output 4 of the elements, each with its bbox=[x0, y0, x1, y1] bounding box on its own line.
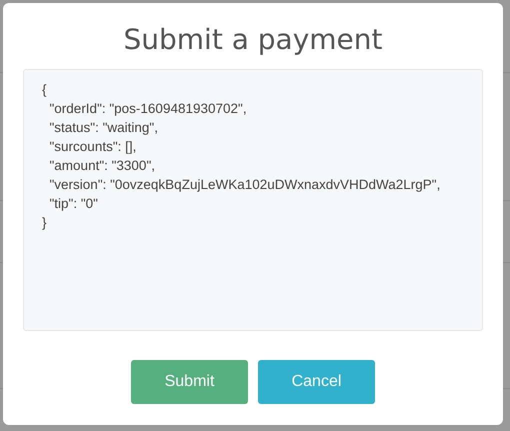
dialog-title: Submit a payment bbox=[122, 22, 384, 58]
submit-button[interactable]: Submit bbox=[131, 360, 248, 404]
payload-text-area[interactable]: { "orderId": "pos-1609481930702", "status": "waiting", "surcounts": [], "amount": "3300", "version": "0ovzeqkBqZujLeWKa102uDWxnaxdvVHDdWa2LrgP", "tip": "0" } bbox=[23, 69, 483, 331]
cancel-button[interactable]: Cancel bbox=[258, 360, 375, 404]
